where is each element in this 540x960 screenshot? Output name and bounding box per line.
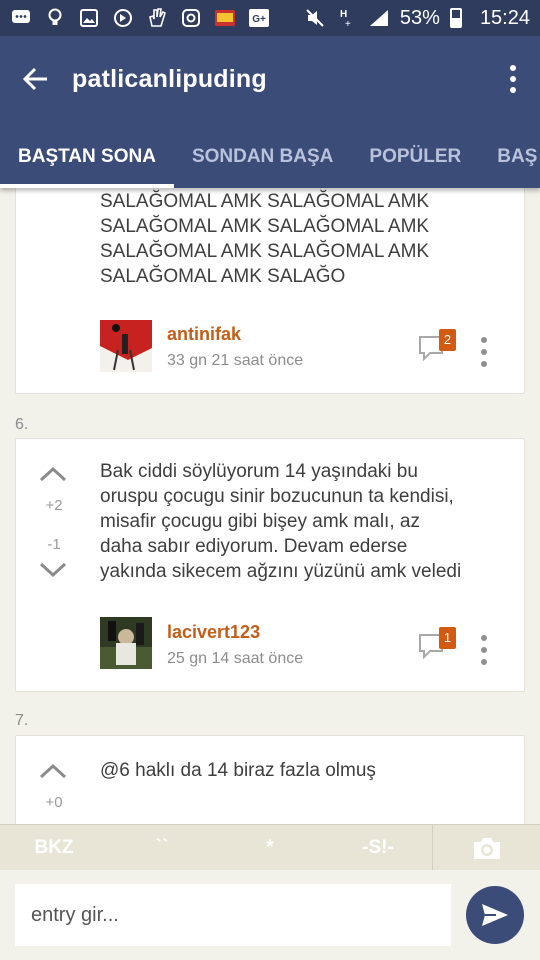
entry-input-bar xyxy=(0,870,540,960)
entry-card: +2 -1 Bak ciddi söylüyorum 14 yaşındaki … xyxy=(15,438,525,692)
app-toolbar: patlicanlipuding xyxy=(0,36,540,122)
entry-card: SALAĞOMAL AMK SALAĞOMAL AMK SALAĞOMAL AM… xyxy=(15,188,525,394)
upvote-count: +0 xyxy=(45,794,63,811)
avatar[interactable] xyxy=(100,617,152,669)
more-vert-icon[interactable] xyxy=(476,635,492,665)
more-vert-icon[interactable] xyxy=(476,337,492,367)
instagram-icon xyxy=(180,8,202,28)
tab-bas[interactable]: BAŞ xyxy=(479,122,540,188)
spoiler-button[interactable]: -S!- xyxy=(324,825,432,871)
avatar[interactable] xyxy=(100,320,152,372)
vote-controls: +2 -1 xyxy=(38,465,70,579)
clock: 15:24 xyxy=(479,6,530,29)
author-name[interactable]: antinifak xyxy=(167,324,241,345)
tab-populer[interactable]: POPÜLER xyxy=(351,122,479,188)
page-title: patlicanlipuding xyxy=(72,64,267,93)
entry-number: 6. xyxy=(15,416,29,433)
lightbulb-icon xyxy=(44,8,66,28)
tab-bar: BAŞTAN SONA SONDAN BAŞA POPÜLER BAŞ xyxy=(0,122,540,188)
entry-input[interactable] xyxy=(15,884,451,946)
google-plus-icon: G+ xyxy=(248,8,270,28)
comment-icon[interactable]: 2 xyxy=(418,329,458,365)
status-bar: G+ H + 53% 15:24 xyxy=(0,0,540,36)
vote-controls: +0 xyxy=(38,762,70,811)
upvote-chevron-icon[interactable] xyxy=(38,465,68,483)
image-icon xyxy=(78,8,100,28)
mute-icon xyxy=(304,8,326,28)
send-icon[interactable] xyxy=(466,886,524,944)
signal-icon xyxy=(368,8,390,28)
comment-count-badge: 2 xyxy=(439,329,456,351)
svg-text:G+: G+ xyxy=(252,14,266,25)
downvote-chevron-icon[interactable] xyxy=(38,561,68,579)
author-name[interactable]: lacivert123 xyxy=(167,622,260,643)
entry-list[interactable]: SALAĞOMAL AMK SALAĞOMAL AMK SALAĞOMAL AM… xyxy=(0,188,540,824)
battery-percent: 53% xyxy=(399,6,440,29)
downvote-count: -1 xyxy=(47,536,61,553)
bkz-button[interactable]: BKZ xyxy=(0,825,108,871)
format-toolbar: BKZ `` * -S!- xyxy=(0,824,540,871)
camera-icon[interactable] xyxy=(432,824,540,871)
battery-icon xyxy=(449,8,462,28)
vertical-dots-icon[interactable] xyxy=(486,36,540,122)
backtick-button[interactable]: `` xyxy=(108,825,216,871)
entry-time[interactable]: 33 gn 21 saat önce xyxy=(167,352,303,370)
asterisk-button[interactable]: * xyxy=(216,825,324,871)
upvote-count: +2 xyxy=(45,497,63,514)
entry-text: Bak ciddi söylüyorum 14 yaşındaki bu oru… xyxy=(100,461,462,582)
svg-text:+: + xyxy=(345,19,351,29)
comment-icon[interactable]: 1 xyxy=(418,627,458,663)
entry-text: SALAĞOMAL AMK SALAĞOMAL AMK SALAĞOMAL AM… xyxy=(100,191,430,287)
arrow-left-icon[interactable] xyxy=(0,36,72,122)
entry-text: @6 haklı da 14 biraz fazla olmuş xyxy=(100,760,376,781)
chat-icon xyxy=(10,8,32,28)
tv-icon xyxy=(214,8,236,28)
entry-card: +0 @6 haklı da 14 biraz fazla olmuş xyxy=(15,735,525,824)
tab-bastan-sona[interactable]: BAŞTAN SONA xyxy=(0,122,174,188)
entry-number: 7. xyxy=(15,712,29,729)
entry-time[interactable]: 25 gn 14 saat önce xyxy=(167,650,303,668)
hand-icon xyxy=(146,8,168,28)
comment-count-badge: 1 xyxy=(439,627,456,649)
sync-icon xyxy=(112,8,134,28)
hplus-icon: H + xyxy=(336,8,358,29)
upvote-chevron-icon[interactable] xyxy=(38,762,68,780)
tab-sondan-basa[interactable]: SONDAN BAŞA xyxy=(174,122,351,188)
